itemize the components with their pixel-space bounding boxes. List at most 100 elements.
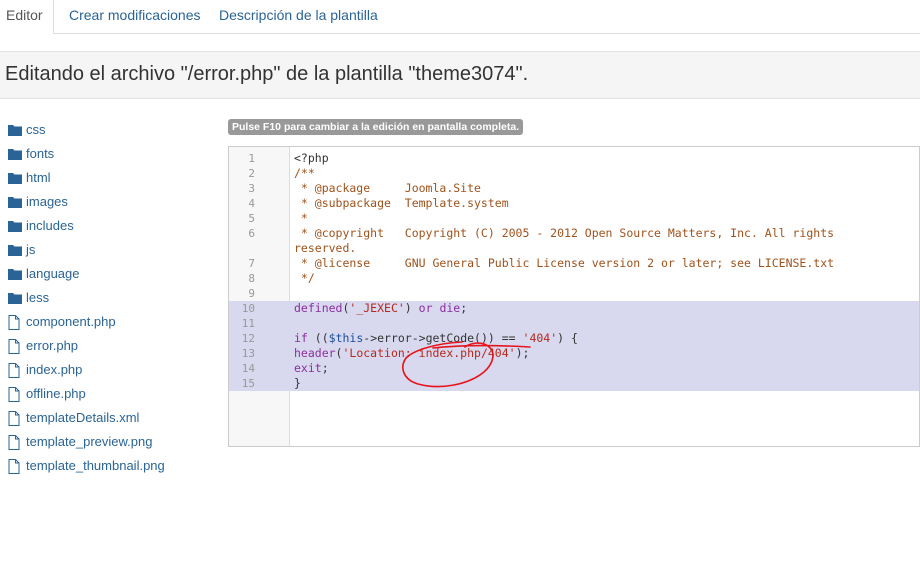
token: (( <box>307 331 329 345</box>
folder-icon <box>8 147 24 161</box>
folder-label: html <box>26 170 51 185</box>
file-item-templatedetails-xml[interactable]: templateDetails.xml <box>8 406 218 430</box>
code-line: 1 <?php <box>229 151 919 166</box>
folder-icon <box>8 219 24 233</box>
folder-icon <box>8 171 24 185</box>
file-item-index-php[interactable]: index.php <box>8 358 218 382</box>
line-text: * <box>294 211 308 225</box>
file-icon <box>8 362 24 378</box>
token: ) { <box>557 331 578 345</box>
file-label: component.php <box>26 314 116 329</box>
folder-item-js[interactable]: js <box>8 238 218 262</box>
token: if <box>294 331 308 345</box>
line-text: } <box>294 376 301 390</box>
line-number: 7 <box>248 257 255 270</box>
folder-icon <box>8 267 24 281</box>
line-text: exit; <box>294 361 329 376</box>
code-line: 15} <box>229 376 919 391</box>
folder-item-less[interactable]: less <box>8 286 218 310</box>
file-icon <box>8 386 24 402</box>
file-label: error.php <box>26 338 79 353</box>
token: header <box>294 346 336 360</box>
line-number: 1 <box>248 152 255 165</box>
file-item-component-php[interactable]: component.php <box>8 310 218 334</box>
file-icon <box>8 338 24 354</box>
line-number: 6 <box>248 227 255 240</box>
token: '_JEXEC' <box>349 301 405 315</box>
file-icon <box>8 458 24 474</box>
line-number: 3 <box>248 182 255 195</box>
token: die <box>439 301 461 315</box>
tab-editor[interactable]: Editor <box>0 0 54 34</box>
token: ->error->getCode()) == <box>363 331 523 345</box>
code-line: 12 if (($this->error->getCode()) == '404'… <box>229 331 919 346</box>
file-item-template-preview-png[interactable]: template_preview.png <box>8 430 218 454</box>
file-label: offline.php <box>26 386 86 401</box>
code-line: 3 * @package Joomla.Site <box>229 181 919 196</box>
file-item-error-php[interactable]: error.php <box>8 334 218 358</box>
folder-item-html[interactable]: html <box>8 166 218 190</box>
folder-item-fonts[interactable]: fonts <box>8 142 218 166</box>
code-lines: 1 <?php 2 /** 3 * @package Joomla.Site 4 *… <box>229 151 919 391</box>
folder-item-css[interactable]: css <box>8 118 218 142</box>
folder-label: css <box>26 122 46 137</box>
code-line: 14 exit; <box>229 361 919 376</box>
folder-label: language <box>26 266 80 281</box>
code-line: 6 * @copyright Copyright (C) 2005 - 2012… <box>229 226 919 256</box>
file-label: index.php <box>26 362 83 377</box>
code-line: 8 */ <box>229 271 919 286</box>
tab-template-description[interactable]: Descripción de la plantilla <box>219 0 378 33</box>
code-line: 4 * @subpackage Template.system <box>229 196 919 211</box>
file-item-template-thumbnail-png[interactable]: template_thumbnail.png <box>8 454 218 478</box>
code-line: 2 /** <box>229 166 919 181</box>
token: defined <box>294 301 343 315</box>
code-editor[interactable]: 1 <?php 2 /** 3 * @package Joomla.Site 4 *… <box>228 146 920 447</box>
code-line: 13 header('Location: index.php/404'); <box>229 346 919 361</box>
file-item-offline-php[interactable]: offline.php <box>8 382 218 406</box>
folder-label: less <box>26 290 50 305</box>
folder-item-language[interactable]: language <box>8 262 218 286</box>
folder-label: includes <box>26 218 74 233</box>
file-label: template_thumbnail.png <box>26 458 165 473</box>
file-label: templateDetails.xml <box>26 410 140 425</box>
token: ) <box>404 301 419 315</box>
folder-label: images <box>26 194 68 209</box>
line-number: 2 <box>248 167 255 180</box>
line-number: 10 <box>241 302 255 315</box>
code-line: 9 <box>229 286 919 301</box>
line-text: defined('_JEXEC') or die; <box>294 301 467 316</box>
folder-item-images[interactable]: images <box>8 190 218 214</box>
token: $this <box>328 331 364 345</box>
code-line: 11 <box>229 316 919 331</box>
line-text: * @license GNU General Public License ve… <box>294 256 835 270</box>
line-text: if (($this->error->getCode()) == '404') … <box>294 331 578 346</box>
line-text: * @subpackage Template.system <box>294 196 509 210</box>
line-text: */ <box>294 271 315 285</box>
token: ; <box>321 361 329 375</box>
file-icon <box>8 410 24 426</box>
file-icon <box>8 314 24 330</box>
line-text: header('Location: index.php/404'); <box>294 346 529 361</box>
file-tree: css fonts html images includes js langua… <box>8 118 218 478</box>
folder-icon <box>8 291 24 305</box>
line-text: /** <box>294 166 315 180</box>
line-number: 8 <box>248 272 255 285</box>
line-text-wrap: reserved. <box>294 241 357 255</box>
token: or <box>418 301 433 315</box>
tab-create-overrides[interactable]: Crear modificaciones <box>69 0 201 33</box>
folder-icon <box>8 195 24 209</box>
line-number: 14 <box>241 362 255 375</box>
line-number: 5 <box>248 212 255 225</box>
line-number: 4 <box>248 197 255 210</box>
folder-item-includes[interactable]: includes <box>8 214 218 238</box>
line-number: 15 <box>241 377 255 390</box>
token: ); <box>515 346 530 360</box>
folder-label: js <box>26 242 36 257</box>
title-band: Editando el archivo "/error.php" de la p… <box>0 51 920 99</box>
file-icon <box>8 434 24 450</box>
line-text: * @copyright Copyright (C) 2005 - 2012 O… <box>294 226 835 240</box>
token: '404' <box>522 331 558 345</box>
folder-icon <box>8 243 24 257</box>
code-line: 5 * <box>229 211 919 226</box>
token: ; <box>460 301 468 315</box>
